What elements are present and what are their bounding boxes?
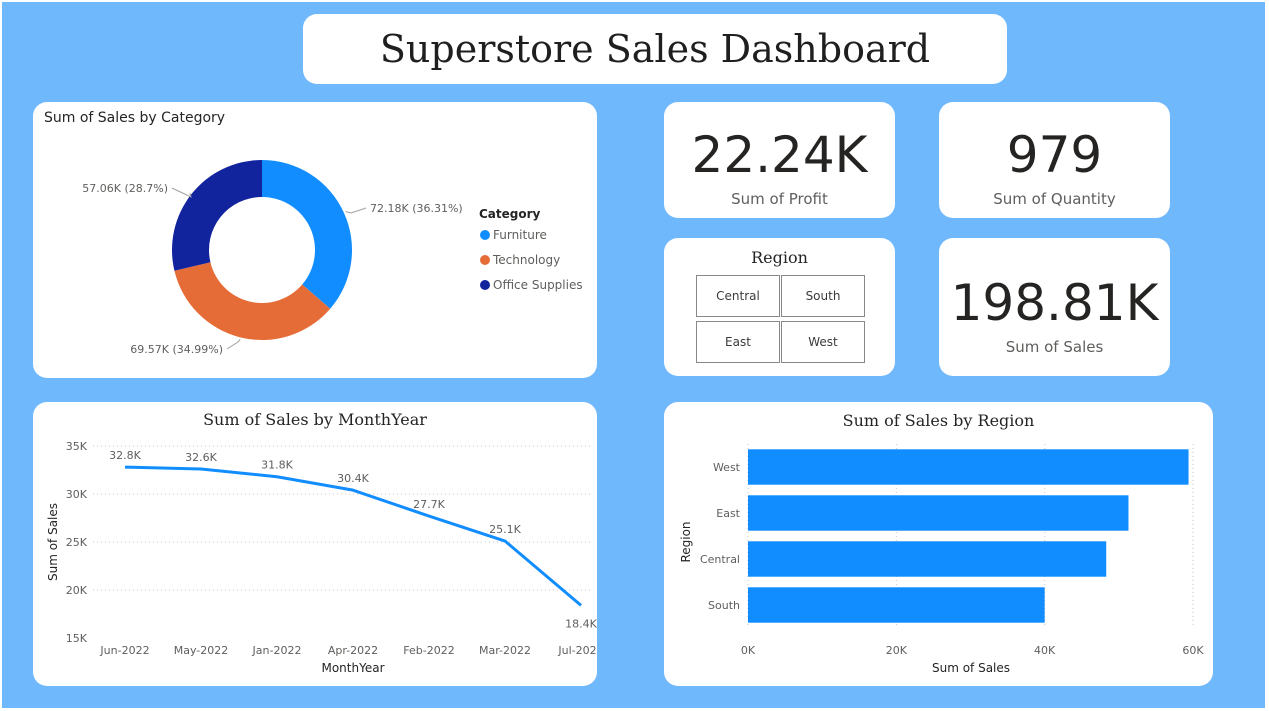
bar-south[interactable] [748,587,1045,623]
bar-category-label-east: East [716,507,740,520]
line-xtick-label: Jan-2022 [252,644,302,657]
region-bar-card[interactable]: Sum of Sales by Region 0K 20K 40K 60K West Ea… [664,402,1213,686]
line-data-label: 32.6K [185,451,217,464]
dashboard-title: Superstore Sales Dashboard [379,27,931,71]
legend-label-technology: Technology [492,253,560,267]
bar-category-label-central: Central [700,553,740,566]
dashboard-canvas: Superstore Sales Dashboard Sum of Sales … [2,2,1265,708]
monthyear-line-card[interactable]: Sum of Sales by MonthYear 15K 20K 25K 30K 35… [33,402,597,686]
line-xtick-label: Apr-2022 [328,644,378,657]
legend-marker-furniture [480,230,490,240]
line-ytick-label: 20K [66,584,88,597]
bar-xtick-label: 20K [886,644,908,657]
donut-leader-furniture [345,207,367,214]
line-xtick-label: Feb-2022 [403,644,454,657]
line-series-sales [124,465,582,607]
donut-leader-office-supplies [171,187,192,198]
category-donut-chart[interactable]: 72.18K (36.31%) 69.57K (34.99%) 57.06K (28… [33,102,597,378]
legend-label-office-supplies: Office Supplies [493,278,583,292]
region-slicer-east[interactable]: East [696,321,780,363]
quantity-kpi-label: Sum of Quantity [993,190,1116,208]
bar-x-axis-title: Sum of Sales [932,661,1010,675]
donut-slice-office-supplies[interactable] [172,160,262,271]
donut-slice-technology[interactable] [174,262,331,340]
line-data-label: 27.7K [413,498,445,511]
line-data-label: 31.8K [261,459,293,472]
bar-y-axis-title: Region [679,521,693,562]
profit-kpi-value: 22.24K [691,126,868,184]
donut-label-office-supplies: 57.06K (28.7%) [82,182,168,195]
bar-category-label-south: South [708,599,740,612]
line-ytick-label: 35K [66,440,88,453]
line-ytick-label: 30K [66,488,88,501]
monthyear-line-chart[interactable]: 15K 20K 25K 30K 35K Jun-2022 May-2022 Jan-2022 A… [33,402,597,686]
line-xtick-label: Jul-2022 [557,644,597,657]
line-xtick-label: Jun-2022 [99,644,149,657]
bar-category-label-west: West [713,461,741,474]
bar-xtick-label: 40K [1034,644,1056,657]
quantity-kpi-value: 979 [1006,126,1103,184]
region-bar-chart[interactable]: 0K 20K 40K 60K West East Central South Sum of Sa… [664,402,1213,686]
line-data-label: 25.1K [489,523,521,536]
profit-kpi-card[interactable]: 22.24K Sum of Profit [664,102,895,218]
bar-east[interactable] [748,495,1129,531]
region-slicer-west[interactable]: West [781,321,865,363]
region-slicer-central[interactable]: Central [696,275,780,317]
region-slicer-title: Region [751,248,808,267]
region-slicer-card: Region Central South East West [664,238,895,376]
donut-leader-technology [226,339,241,350]
line-xtick-label: May-2022 [174,644,229,657]
profit-kpi-label: Sum of Profit [731,190,828,208]
line-data-label: 18.4K [565,617,597,630]
sales-kpi-label: Sum of Sales [1005,338,1104,356]
donut-legend-title: Category [479,207,541,221]
dashboard-title-card: Superstore Sales Dashboard [303,14,1007,84]
quantity-kpi-card[interactable]: 979 Sum of Quantity [939,102,1170,218]
category-donut-card[interactable]: Sum of Sales by Category 72.18K (36.31%)… [33,102,597,378]
line-data-label: 30.4K [337,472,369,485]
bar-west[interactable] [748,449,1189,485]
line-xtick-label: Mar-2022 [479,644,531,657]
legend-marker-office-supplies [480,280,490,290]
line-data-label: 32.8K [109,449,141,462]
region-slicer-south[interactable]: South [781,275,865,317]
donut-slice-furniture[interactable] [262,160,352,309]
bar-central[interactable] [748,541,1107,577]
line-y-axis-title: Sum of Sales [46,503,60,581]
legend-marker-technology [480,255,490,265]
legend-label-furniture: Furniture [493,228,547,242]
donut-label-technology: 69.57K (34.99%) [130,343,223,356]
sales-kpi-card[interactable]: 198.81K Sum of Sales [939,238,1170,376]
sales-kpi-value: 198.81K [950,274,1159,332]
line-x-axis-title: MonthYear [321,661,384,675]
donut-label-furniture: 72.18K (36.31%) [370,202,463,215]
line-ytick-label: 25K [66,536,88,549]
bar-xtick-label: 60K [1182,644,1204,657]
line-ytick-label: 15K [66,632,88,645]
bar-xtick-label: 0K [741,644,756,657]
